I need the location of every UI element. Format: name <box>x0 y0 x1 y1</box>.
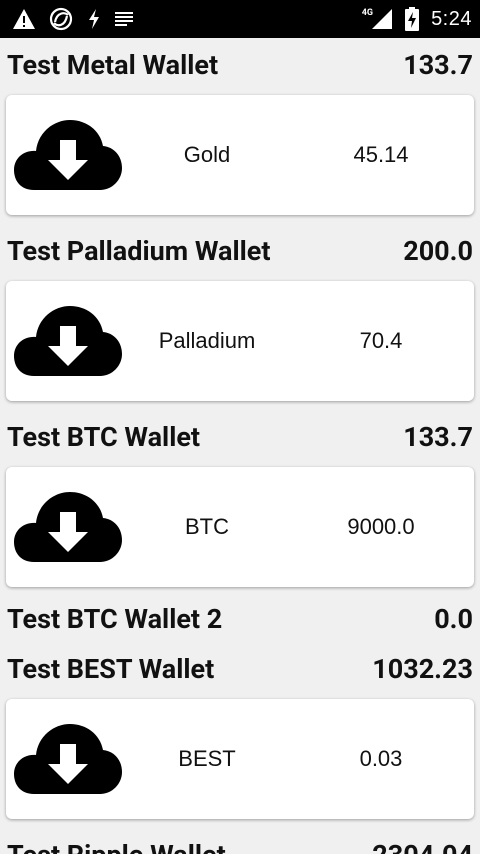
asset-card[interactable]: BEST 0.03 <box>6 699 474 819</box>
battery-charging-icon <box>405 7 420 31</box>
cloud-download-icon[interactable] <box>12 719 124 799</box>
wallet-header[interactable]: Test BEST Wallet 1032.23 <box>0 642 480 696</box>
wallet-header[interactable]: Test Palladium Wallet 200.0 <box>0 224 480 278</box>
asset-card[interactable]: BTC 9000.0 <box>6 467 474 587</box>
signal-icon: 4G <box>362 8 393 30</box>
asset-value: 70.4 <box>359 328 403 353</box>
sync-circle-icon <box>48 6 74 32</box>
wallet-total: 1032.23 <box>372 653 473 685</box>
wallet-header[interactable]: Test Metal Wallet 133.7 <box>0 38 480 92</box>
wallet-total: 133.7 <box>403 49 473 81</box>
charge-bolt-icon <box>86 8 102 30</box>
wallet-title: Test BEST Wallet <box>7 653 215 685</box>
asset-name: BEST <box>178 746 236 771</box>
asset-value: 45.14 <box>353 142 409 167</box>
wallet-header[interactable]: Test Ripple Wallet 2304.04 <box>0 828 480 854</box>
wallet-title: Test BTC Wallet 2 <box>7 603 223 635</box>
asset-name: BTC <box>185 514 229 539</box>
wallet-header[interactable]: Test BTC Wallet 133.7 <box>0 410 480 464</box>
warning-icon <box>12 8 36 30</box>
asset-value: 0.03 <box>359 746 403 771</box>
asset-card[interactable]: Palladium 70.4 <box>6 281 474 401</box>
asset-name: Palladium <box>158 328 256 353</box>
wallet-total: 2304.04 <box>372 839 473 854</box>
wallet-title: Test BTC Wallet <box>7 421 201 453</box>
wallet-title: Test Metal Wallet <box>7 49 219 81</box>
notes-icon <box>114 10 134 28</box>
asset-card[interactable]: Gold 45.14 <box>6 95 474 215</box>
wallet-total: 133.7 <box>403 421 473 453</box>
asset-name: Gold <box>183 142 231 167</box>
status-bar: 4G 5:24 <box>0 0 480 38</box>
clock: 5:24 <box>431 7 472 30</box>
wallet-title: Test Palladium Wallet <box>7 235 271 267</box>
cloud-download-icon[interactable] <box>12 487 124 567</box>
wallet-total: 200.0 <box>403 235 473 267</box>
wallet-total: 0.0 <box>434 603 473 635</box>
cloud-download-icon[interactable] <box>12 301 124 381</box>
asset-value: 9000.0 <box>347 514 415 539</box>
wallet-title: Test Ripple Wallet <box>7 839 226 854</box>
cloud-download-icon[interactable] <box>12 115 124 195</box>
wallet-list[interactable]: Test Metal Wallet 133.7 Gold 45.14 Test … <box>0 38 480 854</box>
wallet-header[interactable]: Test BTC Wallet 2 0.0 <box>0 596 480 642</box>
network-type-label: 4G <box>361 8 374 18</box>
